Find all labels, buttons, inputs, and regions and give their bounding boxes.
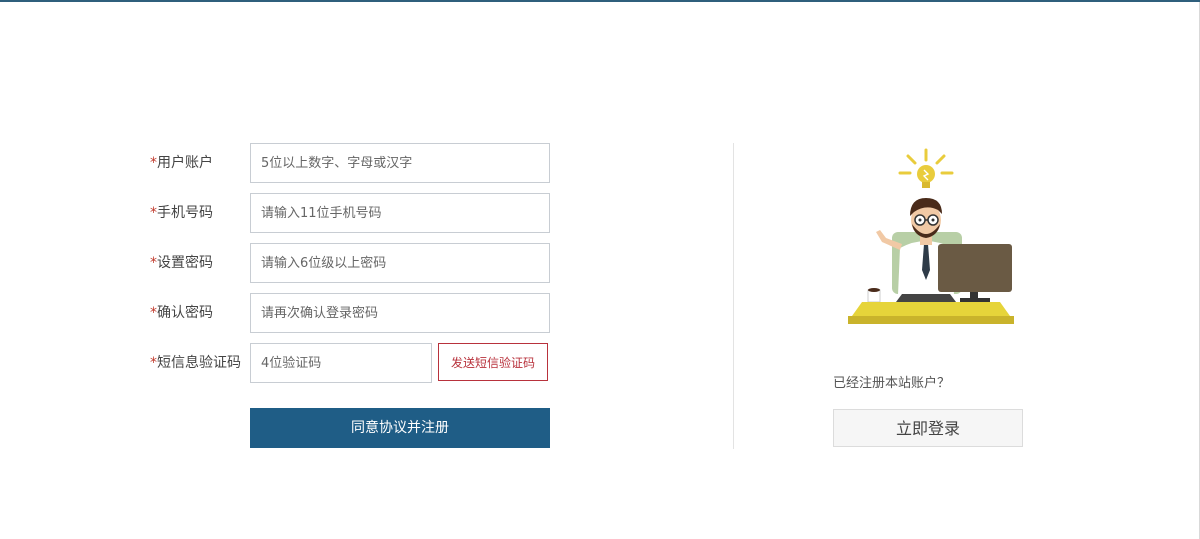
password-row: *设置密码 bbox=[150, 243, 570, 283]
send-sms-code-button[interactable]: 发送短信验证码 bbox=[438, 343, 548, 381]
phone-row: *手机号码 bbox=[150, 193, 570, 233]
required-mark: * bbox=[150, 155, 157, 171]
sms-code-row: *短信息验证码 发送短信验证码 bbox=[150, 343, 570, 383]
top-accent-bar bbox=[0, 0, 1200, 2]
sms-code-label: *短信息验证码 bbox=[150, 343, 241, 383]
required-mark: * bbox=[150, 205, 157, 221]
confirm-password-label: *确认密码 bbox=[150, 293, 213, 333]
confirm-password-label-text: 确认密码 bbox=[157, 305, 213, 321]
phone-label-text: 手机号码 bbox=[157, 205, 213, 221]
sms-code-label-text: 短信息验证码 bbox=[157, 355, 241, 371]
sms-code-input[interactable] bbox=[250, 343, 432, 383]
password-label: *设置密码 bbox=[150, 243, 213, 283]
confirm-password-row: *确认密码 bbox=[150, 293, 570, 333]
username-label: *用户账户 bbox=[150, 143, 213, 183]
password-input[interactable] bbox=[250, 243, 550, 283]
username-label-text: 用户账户 bbox=[157, 155, 213, 171]
password-label-text: 设置密码 bbox=[157, 255, 213, 271]
required-mark: * bbox=[150, 305, 157, 321]
vertical-divider bbox=[733, 143, 734, 449]
phone-input[interactable] bbox=[250, 193, 550, 233]
required-mark: * bbox=[150, 355, 157, 371]
required-mark: * bbox=[150, 255, 157, 271]
already-registered-prompt: 已经注册本站账户？ bbox=[833, 376, 951, 391]
agree-and-register-button[interactable]: 同意协议并注册 bbox=[250, 408, 550, 448]
login-now-button[interactable]: 立即登录 bbox=[833, 409, 1023, 447]
phone-label: *手机号码 bbox=[150, 193, 213, 233]
businessman-at-computer-with-lightbulb-icon bbox=[840, 140, 1030, 330]
confirm-password-input[interactable] bbox=[250, 293, 550, 333]
username-input[interactable] bbox=[250, 143, 550, 183]
username-row: *用户账户 bbox=[150, 143, 570, 183]
